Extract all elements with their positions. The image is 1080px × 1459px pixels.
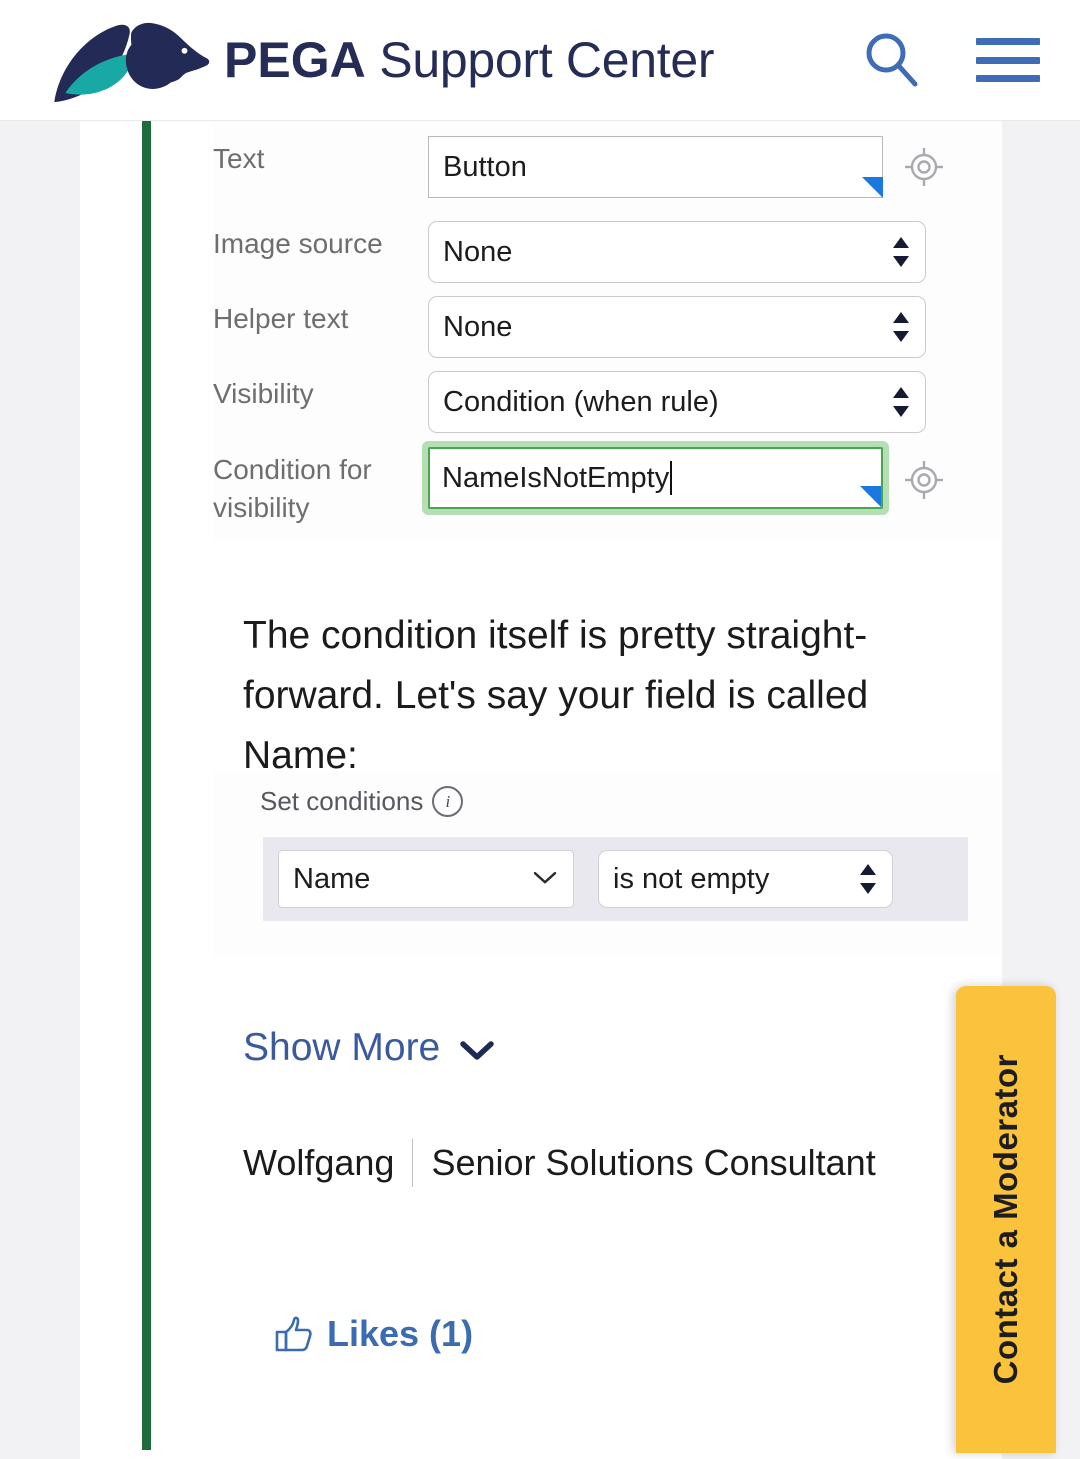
property-label: Text <box>213 143 265 174</box>
property-label: Image source <box>213 228 383 259</box>
pega-horse-logo-icon[interactable] <box>47 17 212 103</box>
show-more-button[interactable]: Show More <box>243 1026 494 1070</box>
property-row-condition-for-visibility: Condition for visibility NameIsNotEmpty <box>213 447 943 527</box>
text-caret <box>670 461 673 495</box>
hamburger-menu-icon[interactable] <box>976 38 1040 82</box>
property-label: Condition for visibility <box>213 454 372 523</box>
spinner-arrows-icon <box>893 387 909 417</box>
spinner-arrows-icon <box>860 864 876 894</box>
author-byline: Wolfgang Senior Solutions Consultant <box>243 1139 876 1187</box>
text-input[interactable]: Button <box>428 136 883 198</box>
set-conditions-text: Set conditions <box>260 786 424 816</box>
chevron-down-icon <box>460 1040 494 1060</box>
property-row-text: Text Button <box>213 136 943 198</box>
helper-text-select[interactable]: None <box>428 296 926 358</box>
property-label: Visibility <box>213 378 314 409</box>
input-value: NameIsNotEmpty <box>442 461 670 494</box>
hamburger-bar <box>976 75 1040 82</box>
condition-for-visibility-input[interactable]: NameIsNotEmpty <box>428 447 883 509</box>
info-icon[interactable]: i <box>432 786 464 817</box>
spinner-arrows-icon <box>893 237 909 267</box>
show-more-label: Show More <box>243 1026 441 1069</box>
likes-button[interactable]: Likes (1) <box>273 1313 473 1355</box>
property-control: Button <box>428 136 943 198</box>
embedded-screenshot-set-conditions: Set conditions i Name is not empty <box>213 771 1002 956</box>
hamburger-bars <box>976 38 1040 82</box>
property-control: None <box>428 221 926 283</box>
author-name: Wolfgang <box>243 1142 395 1183</box>
page-title: PEGA Support Center <box>224 35 714 85</box>
open-target-crosshair-icon[interactable] <box>903 459 945 501</box>
hamburger-bar <box>976 56 1040 64</box>
autocomplete-corner-flag-icon <box>860 486 881 507</box>
property-label: Helper text <box>213 303 349 334</box>
contact-a-moderator-label: Contact a Moderator <box>987 1054 1024 1385</box>
condition-operator-select[interactable]: is not empty <box>598 850 893 908</box>
post-card: Text Button Image source None Helper tex… <box>80 121 1002 1459</box>
condition-field-value: Name <box>293 862 371 895</box>
brand-name: PEGA <box>224 32 366 88</box>
property-control: None <box>428 296 926 358</box>
header-actions <box>860 29 1040 91</box>
post-paragraph: The condition itself is pretty straight-… <box>243 614 869 777</box>
post-content: Text Button Image source None Helper tex… <box>213 121 1002 1354</box>
select-value: None <box>443 235 513 268</box>
property-control: Condition (when rule) <box>428 371 926 433</box>
site-header: PEGA Support Center <box>0 0 1080 121</box>
select-value: None <box>443 310 513 343</box>
open-target-crosshair-icon[interactable] <box>903 146 945 188</box>
condition-field-select[interactable]: Name <box>278 850 574 908</box>
spinner-arrows-icon <box>893 312 909 342</box>
property-control: NameIsNotEmpty <box>428 447 943 509</box>
contact-a-moderator-tab[interactable]: Contact a Moderator <box>956 986 1056 1453</box>
thread-accent-bar <box>142 121 151 1450</box>
hamburger-bar <box>976 38 1040 45</box>
search-icon[interactable] <box>860 29 922 91</box>
chevron-down-icon <box>533 872 557 884</box>
property-row-helper-text: Helper text None <box>213 296 926 358</box>
condition-row: Name is not empty <box>263 837 968 921</box>
property-row-image-source: Image source None <box>213 221 926 283</box>
select-value: Condition (when rule) <box>443 385 719 418</box>
autocomplete-corner-flag-icon <box>862 177 883 198</box>
condition-operator-value: is not empty <box>613 862 770 895</box>
visibility-select[interactable]: Condition (when rule) <box>428 371 926 433</box>
brand-suffix: Support Center <box>365 32 715 88</box>
image-source-select[interactable]: None <box>428 221 926 283</box>
set-conditions-label: Set conditions i <box>260 786 464 817</box>
property-row-visibility: Visibility Condition (when rule) <box>213 371 926 433</box>
embedded-screenshot-property-panel: Text Button Image source None Helper tex… <box>213 121 1002 541</box>
thumbs-up-icon <box>275 1316 312 1352</box>
byline-divider <box>412 1139 414 1187</box>
author-role: Senior Solutions Consultant <box>431 1142 876 1183</box>
likes-label: Likes (1) <box>327 1313 474 1354</box>
